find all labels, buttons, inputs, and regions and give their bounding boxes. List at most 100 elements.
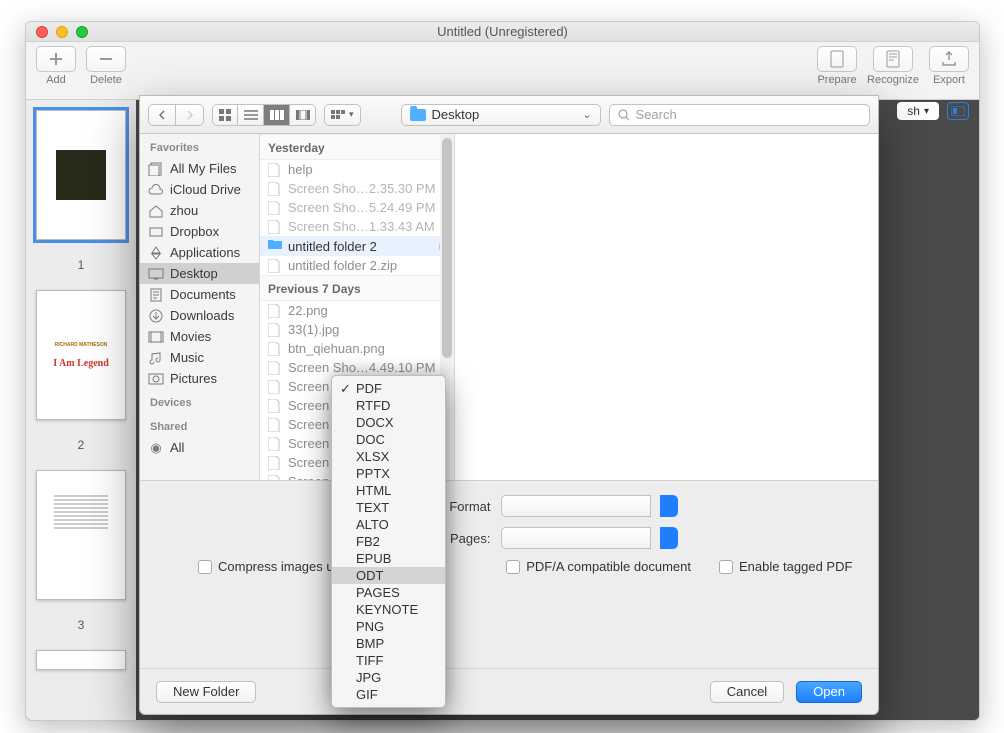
- file-icon: [268, 456, 282, 470]
- sidebar-item-applications[interactable]: Applications: [140, 242, 259, 263]
- view-icons-button[interactable]: [212, 104, 238, 126]
- format-option-xlsx[interactable]: XLSX: [332, 448, 445, 465]
- path-dropdown[interactable]: Desktop ⌄: [401, 104, 601, 126]
- pages-dropdown-stepper[interactable]: [660, 527, 678, 549]
- doc-icon: [148, 288, 164, 302]
- format-option-gif[interactable]: GIF: [332, 686, 445, 703]
- cancel-button[interactable]: Cancel: [710, 681, 784, 703]
- download-icon: [148, 309, 164, 323]
- format-option-alto[interactable]: ALTO: [332, 516, 445, 533]
- view-coverflow-button[interactable]: [290, 104, 316, 126]
- compress-images-checkbox[interactable]: Compress images usin: [198, 559, 350, 574]
- format-menu-popup: PDFRTFDDOCXDOCXLSXPPTXHTMLTEXTALTOFB2EPU…: [331, 375, 446, 708]
- sidebar-item-pictures[interactable]: Pictures: [140, 368, 259, 389]
- file-icon: [268, 342, 282, 356]
- pages-dropdown[interactable]: [501, 527, 651, 549]
- format-option-doc[interactable]: DOC: [332, 431, 445, 448]
- search-input[interactable]: Search: [609, 104, 870, 126]
- format-option-text[interactable]: TEXT: [332, 499, 445, 516]
- delete-button[interactable]: Delete: [86, 46, 126, 86]
- view-columns-button[interactable]: [264, 104, 290, 126]
- titlebar: Untitled (Unregistered): [26, 22, 979, 42]
- format-option-pages[interactable]: PAGES: [332, 584, 445, 601]
- dialog-toolbar: ▾ Desktop ⌄ Search: [140, 96, 878, 134]
- prepare-button[interactable]: Prepare: [817, 46, 857, 86]
- sidebar-item-downloads[interactable]: Downloads: [140, 305, 259, 326]
- section-yesterday: Yesterday: [260, 134, 454, 160]
- format-option-png[interactable]: PNG: [332, 618, 445, 635]
- apps-icon: [148, 246, 164, 260]
- file-icon: [268, 182, 282, 196]
- folder-icon: [410, 109, 426, 121]
- format-option-odt[interactable]: ODT: [332, 567, 445, 584]
- export-button[interactable]: Export: [929, 46, 969, 86]
- cloud-icon: [148, 183, 164, 197]
- format-option-jpg[interactable]: JPG: [332, 669, 445, 686]
- format-option-rtfd[interactable]: RTFD: [332, 397, 445, 414]
- format-option-pptx[interactable]: PPTX: [332, 465, 445, 482]
- file-row[interactable]: Screen Sho…1.33.43 AM: [260, 217, 454, 236]
- music-icon: [148, 351, 164, 365]
- file-icon: [268, 201, 282, 215]
- format-option-keynote[interactable]: KEYNOTE: [332, 601, 445, 618]
- tagged-pdf-checkbox[interactable]: Enable tagged PDF: [719, 559, 852, 574]
- sidebar-item-zhou[interactable]: zhou: [140, 200, 259, 221]
- dialog-options-panel: Format Pages: Compress images usin PDF/A…: [140, 480, 878, 668]
- arrange-dropdown[interactable]: ▾: [324, 104, 361, 126]
- file-row[interactable]: 33(1).jpg: [260, 320, 454, 339]
- sidebar-favorites-header: Favorites: [140, 134, 259, 158]
- window-title: Untitled (Unregistered): [26, 24, 979, 39]
- file-icon: [268, 399, 282, 413]
- nav-forward-button[interactable]: [176, 104, 204, 126]
- file-icon: [268, 220, 282, 234]
- sidebar-item-desktop[interactable]: Desktop: [140, 263, 259, 284]
- picture-icon: [148, 372, 164, 386]
- sidebar-item-music[interactable]: Music: [140, 347, 259, 368]
- format-option-fb2[interactable]: FB2: [332, 533, 445, 550]
- nav-back-button[interactable]: [148, 104, 176, 126]
- sidebar-item-movies[interactable]: Movies: [140, 326, 259, 347]
- file-row[interactable]: untitled folder 2.zip: [260, 256, 454, 275]
- sidebar-item-icloud-drive[interactable]: iCloud Drive: [140, 179, 259, 200]
- file-row[interactable]: Screen Sho…2.35.30 PM: [260, 179, 454, 198]
- format-option-epub[interactable]: EPUB: [332, 550, 445, 567]
- page-thumbnail-1[interactable]: [36, 110, 126, 240]
- pdfa-checkbox[interactable]: PDF/A compatible document: [506, 559, 691, 574]
- sidebar-item-all-shared[interactable]: ◉All: [140, 437, 259, 458]
- view-list-button[interactable]: [238, 104, 264, 126]
- file-row[interactable]: 22.png: [260, 301, 454, 320]
- file-row[interactable]: help: [260, 160, 454, 179]
- format-option-pdf[interactable]: PDF: [332, 380, 445, 397]
- file-row[interactable]: untitled folder 2▸: [260, 236, 454, 256]
- sidebar-item-dropbox[interactable]: Dropbox: [140, 221, 259, 242]
- format-option-html[interactable]: HTML: [332, 482, 445, 499]
- file-icon: [268, 323, 282, 337]
- language-dropdown[interactable]: sh▾: [897, 102, 939, 120]
- column-2[interactable]: [455, 134, 878, 480]
- page-number: 1: [78, 258, 85, 272]
- file-dialog: ▾ Desktop ⌄ Search Favorites All My File…: [139, 95, 879, 715]
- page-number: 2: [78, 438, 85, 452]
- dialog-sidebar: Favorites All My FilesiCloud DrivezhouDr…: [140, 134, 260, 480]
- dialog-footer: New Folder Cancel Open: [140, 668, 878, 714]
- recognize-button[interactable]: Recognize: [867, 46, 919, 86]
- add-button[interactable]: Add: [36, 46, 76, 86]
- format-dropdown-stepper[interactable]: [660, 495, 678, 517]
- search-icon: [618, 109, 630, 121]
- new-folder-button[interactable]: New Folder: [156, 681, 256, 703]
- format-option-tiff[interactable]: TIFF: [332, 652, 445, 669]
- format-dropdown[interactable]: [501, 495, 651, 517]
- sidebar-item-all-my-files[interactable]: All My Files: [140, 158, 259, 179]
- format-option-docx[interactable]: DOCX: [332, 414, 445, 431]
- sidebar-item-documents[interactable]: Documents: [140, 284, 259, 305]
- format-option-bmp[interactable]: BMP: [332, 635, 445, 652]
- file-row[interactable]: btn_qiehuan.png: [260, 339, 454, 358]
- file-icon: [268, 361, 282, 375]
- layout-toggle[interactable]: [947, 102, 969, 120]
- open-button[interactable]: Open: [796, 681, 862, 703]
- page-thumbnail-2[interactable]: RICHARD MATHESON I Am Legend: [36, 290, 126, 420]
- home-icon: [148, 204, 164, 218]
- page-thumbnail-3[interactable]: [36, 470, 126, 600]
- file-row[interactable]: Screen Sho…5.24.49 PM: [260, 198, 454, 217]
- page-thumbnail-4[interactable]: [36, 650, 126, 670]
